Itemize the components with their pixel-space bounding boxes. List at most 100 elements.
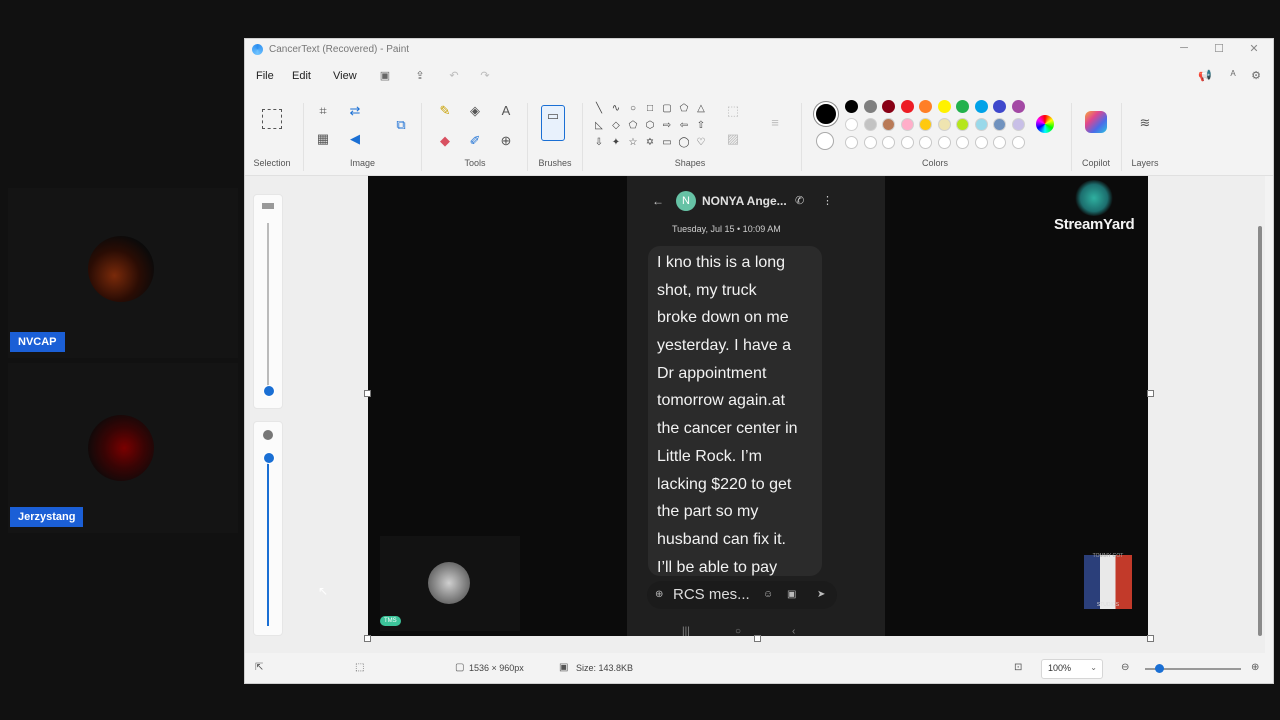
resize-handle[interactable] [364, 635, 371, 642]
custom-color-slot[interactable] [900, 136, 914, 149]
resize-handle[interactable] [364, 390, 371, 397]
color-swatch[interactable] [956, 118, 969, 131]
slider-knob[interactable] [263, 385, 275, 397]
resize-icon[interactable]: ⇄ [345, 101, 365, 121]
zoom-in-icon[interactable]: ⊕ [1251, 662, 1259, 673]
hexagon-shape-icon[interactable]: ⬡ [644, 120, 656, 132]
color-swatch[interactable] [845, 100, 858, 113]
resize-handle[interactable] [754, 635, 761, 642]
announcement-icon[interactable]: 📢 [1197, 69, 1213, 85]
pencil-icon[interactable]: ✎ [435, 101, 455, 121]
outline-icon[interactable]: ⬚ [723, 101, 743, 121]
magnifier-icon[interactable]: ⊕ [496, 131, 516, 151]
color-picker-icon[interactable]: ✐ [465, 131, 485, 151]
eraser-icon[interactable]: ◆ [435, 131, 455, 151]
fit-to-window-icon[interactable]: ⊡ [1014, 662, 1022, 673]
custom-color-slot[interactable] [863, 136, 877, 149]
color-swatch[interactable] [882, 100, 895, 113]
share-icon[interactable]: ⇪ [413, 69, 427, 83]
six-point-star-shape-icon[interactable]: ✡ [644, 137, 656, 149]
brush-icon[interactable]: ▭ [541, 105, 565, 141]
color-swatch[interactable] [863, 118, 877, 131]
color-swatch[interactable] [882, 118, 895, 131]
selection-icon[interactable] [262, 109, 282, 129]
participant-tile-nvcap[interactable]: NVCAP [8, 188, 238, 358]
color-swatch[interactable] [919, 100, 932, 113]
color-swatch[interactable] [937, 118, 951, 131]
rounded-rectangle-shape-icon[interactable]: ▢ [661, 103, 673, 115]
callout-oval-shape-icon[interactable]: ◯ [678, 137, 690, 149]
five-point-star-shape-icon[interactable]: ☆ [627, 137, 639, 149]
slider-knob[interactable] [263, 452, 275, 464]
triangle-shape-icon[interactable]: △ [695, 103, 707, 115]
fill-bucket-icon[interactable]: ◈ [465, 101, 485, 121]
four-point-star-shape-icon[interactable]: ✦ [610, 137, 622, 149]
color-swatch[interactable] [863, 100, 877, 113]
canvas-workspace[interactable]: ← N NONYA Ange... ✆ ⋮ Tuesday, Jul 15 • … [245, 176, 1265, 653]
zoom-dropdown[interactable]: 100% ⌄ [1041, 659, 1103, 679]
opacity-slider[interactable] [253, 421, 283, 636]
color-swatch[interactable] [1011, 118, 1025, 131]
resize-handle[interactable] [1147, 635, 1154, 642]
brush-size-slider[interactable] [253, 194, 283, 409]
down-arrow-shape-icon[interactable]: ⇩ [593, 137, 605, 149]
oval-shape-icon[interactable]: ○ [627, 103, 639, 115]
image-select-icon[interactable]: ▦ [313, 129, 333, 149]
custom-color-slot[interactable] [956, 136, 969, 149]
pentagon-shape-icon[interactable]: ⬠ [627, 120, 639, 132]
custom-color-slot[interactable] [937, 136, 951, 149]
color-swatch[interactable] [900, 100, 914, 113]
text-tool-icon[interactable]: A [496, 101, 516, 121]
color-swatch[interactable] [993, 118, 1006, 131]
redo-icon[interactable]: ↷ [478, 69, 492, 83]
maximize-button[interactable]: ☐ [1210, 42, 1228, 58]
shape-fill-icon[interactable]: ▨ [723, 129, 743, 149]
polygon-shape-icon[interactable]: ⬠ [678, 103, 690, 115]
custom-color-slot[interactable] [882, 136, 895, 149]
custom-color-slot[interactable] [993, 136, 1006, 149]
zoom-out-icon[interactable]: ⊖ [1121, 662, 1129, 673]
callout-rectangle-shape-icon[interactable]: ▭ [661, 137, 673, 149]
image-effects-icon[interactable]: ⧉ [391, 115, 411, 135]
menu-edit[interactable]: Edit [292, 70, 311, 82]
secondary-color-swatch[interactable] [816, 132, 834, 150]
zoom-slider-knob[interactable] [1155, 664, 1164, 673]
color-swatch[interactable] [1011, 100, 1025, 113]
color-swatch[interactable] [956, 100, 969, 113]
color-swatch[interactable] [974, 100, 988, 113]
vertical-scrollbar[interactable] [1257, 176, 1263, 646]
settings-gear-icon[interactable]: ⚙ [1248, 69, 1264, 85]
rotate-icon[interactable]: ◀ [345, 129, 365, 149]
crop-icon[interactable]: ⌗ [313, 101, 333, 121]
copilot-icon[interactable] [1085, 111, 1107, 133]
color-swatch[interactable] [900, 118, 914, 131]
curve-shape-icon[interactable]: ∿ [610, 103, 622, 115]
menu-view[interactable]: View [333, 70, 357, 82]
undo-icon[interactable]: ↶ [447, 69, 461, 83]
close-button[interactable]: ✕ [1245, 42, 1263, 58]
custom-color-slot[interactable] [974, 136, 988, 149]
scrollbar-thumb[interactable] [1258, 226, 1262, 636]
color-swatch[interactable] [845, 118, 858, 131]
color-swatch[interactable] [993, 100, 1006, 113]
account-icon[interactable]: A [1225, 69, 1241, 85]
custom-color-slot[interactable] [1011, 136, 1025, 149]
minimize-button[interactable]: ─ [1175, 42, 1193, 58]
color-swatch[interactable] [919, 118, 932, 131]
layers-icon[interactable]: ≋ [1135, 113, 1155, 133]
save-icon[interactable]: ▣ [378, 69, 392, 83]
color-swatch[interactable] [974, 118, 988, 131]
image-canvas[interactable]: ← N NONYA Ange... ✆ ⋮ Tuesday, Jul 15 • … [368, 176, 1148, 636]
custom-color-slot[interactable] [845, 136, 858, 149]
right-arrow-shape-icon[interactable]: ⇨ [661, 120, 673, 132]
size-icon[interactable]: ≡ [765, 113, 785, 133]
color-swatch[interactable] [937, 100, 951, 113]
up-arrow-shape-icon[interactable]: ⇧ [695, 120, 707, 132]
heart-shape-icon[interactable]: ♡ [695, 137, 707, 149]
custom-color-slot[interactable] [919, 136, 932, 149]
right-triangle-shape-icon[interactable]: ◺ [593, 120, 605, 132]
rectangle-shape-icon[interactable]: □ [644, 103, 656, 115]
participant-tile-jerzystang[interactable]: Jerzystang [8, 363, 238, 533]
menu-file[interactable]: File [256, 70, 274, 82]
left-arrow-shape-icon[interactable]: ⇦ [678, 120, 690, 132]
